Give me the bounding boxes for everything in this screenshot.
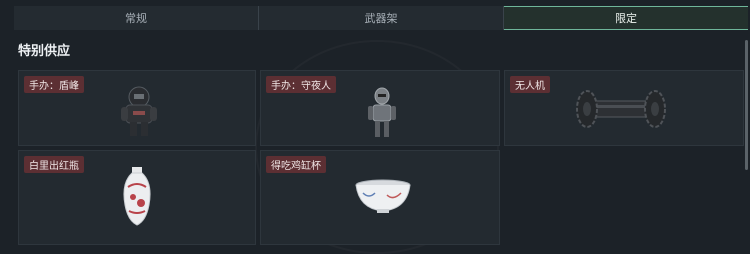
item-card-chicken-cup[interactable]: 得吃鸡缸杯	[260, 150, 500, 245]
scrollbar[interactable]	[745, 40, 748, 170]
armored-figure-icon	[121, 86, 157, 136]
tab-weapon-rack[interactable]: 武器架	[259, 6, 504, 30]
drone-roller-icon	[576, 90, 666, 128]
tab-limited[interactable]: 限定	[504, 6, 748, 30]
item-label: 得吃鸡缸杯	[266, 156, 326, 173]
section-title: 特别供应	[18, 44, 71, 59]
item-label: 手办：守夜人	[266, 76, 336, 93]
porcelain-vase-icon	[123, 167, 151, 226]
porcelain-cup-icon	[355, 179, 411, 213]
tab-regular[interactable]: 常规	[14, 6, 259, 30]
tab-bar: 常规 武器架 限定	[14, 6, 748, 30]
item-card-shield-peak[interactable]: 手办：盾峰	[18, 70, 256, 146]
robot-figure-icon	[368, 87, 396, 137]
item-label: 无人机	[510, 76, 550, 93]
item-grid: 手办：盾峰 手办：守夜人 无人机 白里出红瓶 得吃鸡缸杯	[14, 66, 744, 245]
item-label: 手办：盾峰	[24, 76, 84, 93]
item-label: 白里出红瓶	[24, 156, 84, 173]
item-card-drone[interactable]: 无人机	[504, 70, 744, 146]
item-card-red-vase[interactable]: 白里出红瓶	[18, 150, 256, 245]
item-card-night-watch[interactable]: 手办：守夜人	[260, 70, 500, 146]
